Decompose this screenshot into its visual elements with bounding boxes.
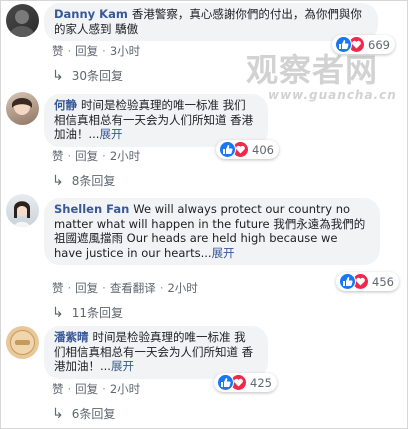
comment-actions: 赞 · 回复 · 查看翻译 · 2小时 <box>52 281 198 295</box>
view-replies-link[interactable]: ↳ 30条回复 <box>52 67 123 84</box>
see-translation-link[interactable]: 查看翻译 <box>110 281 156 295</box>
comment-actions: 赞 · 回复 · 3小时 <box>52 44 141 58</box>
reactions-badge[interactable]: 456 <box>336 272 399 291</box>
like-reaction-icon <box>339 273 356 290</box>
comment-author[interactable]: 潘紫晴 <box>54 330 89 344</box>
avatar[interactable] <box>6 92 39 125</box>
watermark-text: 观察者网 <box>246 51 379 89</box>
expand-link[interactable]: 展开 <box>111 359 134 373</box>
timestamp[interactable]: 2小时 <box>110 149 140 163</box>
reply-button[interactable]: 回复 <box>75 382 98 396</box>
view-replies-link[interactable]: ↳ 6条回复 <box>52 405 115 422</box>
replies-count: 6条回复 <box>71 407 116 421</box>
timestamp[interactable]: 2小时 <box>110 382 140 396</box>
replies-count: 8条回复 <box>71 174 116 188</box>
reply-button[interactable]: 回复 <box>75 281 98 295</box>
comment-actions: 赞 · 回复 · 2小时 <box>52 382 141 396</box>
comment-bubble: Danny Kam 香港警察，真心感謝你們的付出，為你們與你的家人感到 驕傲 <box>44 3 378 41</box>
like-reaction-icon <box>217 374 234 391</box>
reply-arrow-icon: ↳ <box>52 67 64 84</box>
comment-author[interactable]: Danny Kam <box>54 7 128 21</box>
reply-arrow-icon: ↳ <box>52 172 64 189</box>
like-reaction-icon <box>219 141 236 158</box>
view-replies-link[interactable]: ↳ 8条回复 <box>52 172 115 189</box>
like-button[interactable]: 赞 <box>52 44 64 58</box>
comment-bubble: 何静 时间是检验真理的唯一标准 我们相信真相总有一天会为人们所知道 香港加油！..… <box>44 94 268 147</box>
expand-link[interactable]: 展开 <box>212 246 235 260</box>
reactions-badge[interactable]: 425 <box>214 373 277 392</box>
comment-actions: 赞 · 回复 · 2小时 <box>52 149 141 163</box>
avatar[interactable] <box>6 4 39 37</box>
like-button[interactable]: 赞 <box>52 281 64 295</box>
reply-arrow-icon: ↳ <box>52 304 64 321</box>
reaction-count: 425 <box>250 375 272 390</box>
avatar[interactable] <box>6 326 39 359</box>
reply-button[interactable]: 回复 <box>75 149 98 163</box>
timestamp[interactable]: 2小时 <box>167 281 197 295</box>
like-button[interactable]: 赞 <box>52 149 64 163</box>
reactions-badge[interactable]: 406 <box>216 140 279 159</box>
reactions-badge[interactable]: 669 <box>332 35 395 54</box>
watermark: 观察者网 www.guancha.cn <box>246 52 408 102</box>
comment-author[interactable]: 何静 <box>54 98 77 112</box>
reaction-count: 406 <box>252 142 274 157</box>
avatar-image-icon <box>14 201 30 227</box>
like-reaction-icon <box>335 36 352 53</box>
avatar-image-icon <box>12 98 32 115</box>
comment-text: 时间是检验真理的唯一标准 我们相信真相总有一天会为人们所知道 香港加油！... <box>54 98 254 141</box>
avatar-image-icon <box>10 10 34 37</box>
avatar-image-icon <box>10 330 35 355</box>
reply-button[interactable]: 回复 <box>75 44 98 58</box>
expand-link[interactable]: 展开 <box>99 127 122 141</box>
replies-count: 11条回复 <box>71 306 124 320</box>
view-replies-link[interactable]: ↳ 11条回复 <box>52 304 123 321</box>
avatar[interactable] <box>6 194 39 227</box>
comment-bubble: 潘紫晴 时间是检验真理的唯一标准 我们相信真相总有一天会为人们所知道 香港加油！.… <box>44 326 268 379</box>
replies-count: 30条回复 <box>71 69 124 83</box>
watermark-url: www.guancha.cn <box>268 88 397 102</box>
reply-arrow-icon: ↳ <box>52 405 64 422</box>
like-button[interactable]: 赞 <box>52 382 64 396</box>
reaction-count: 456 <box>372 274 394 289</box>
timestamp[interactable]: 3小时 <box>110 44 140 58</box>
comment-author[interactable]: Shellen Fan <box>54 202 129 216</box>
reaction-count: 669 <box>368 37 390 52</box>
comment-bubble: Shellen Fan We will always protect our co… <box>44 198 380 265</box>
